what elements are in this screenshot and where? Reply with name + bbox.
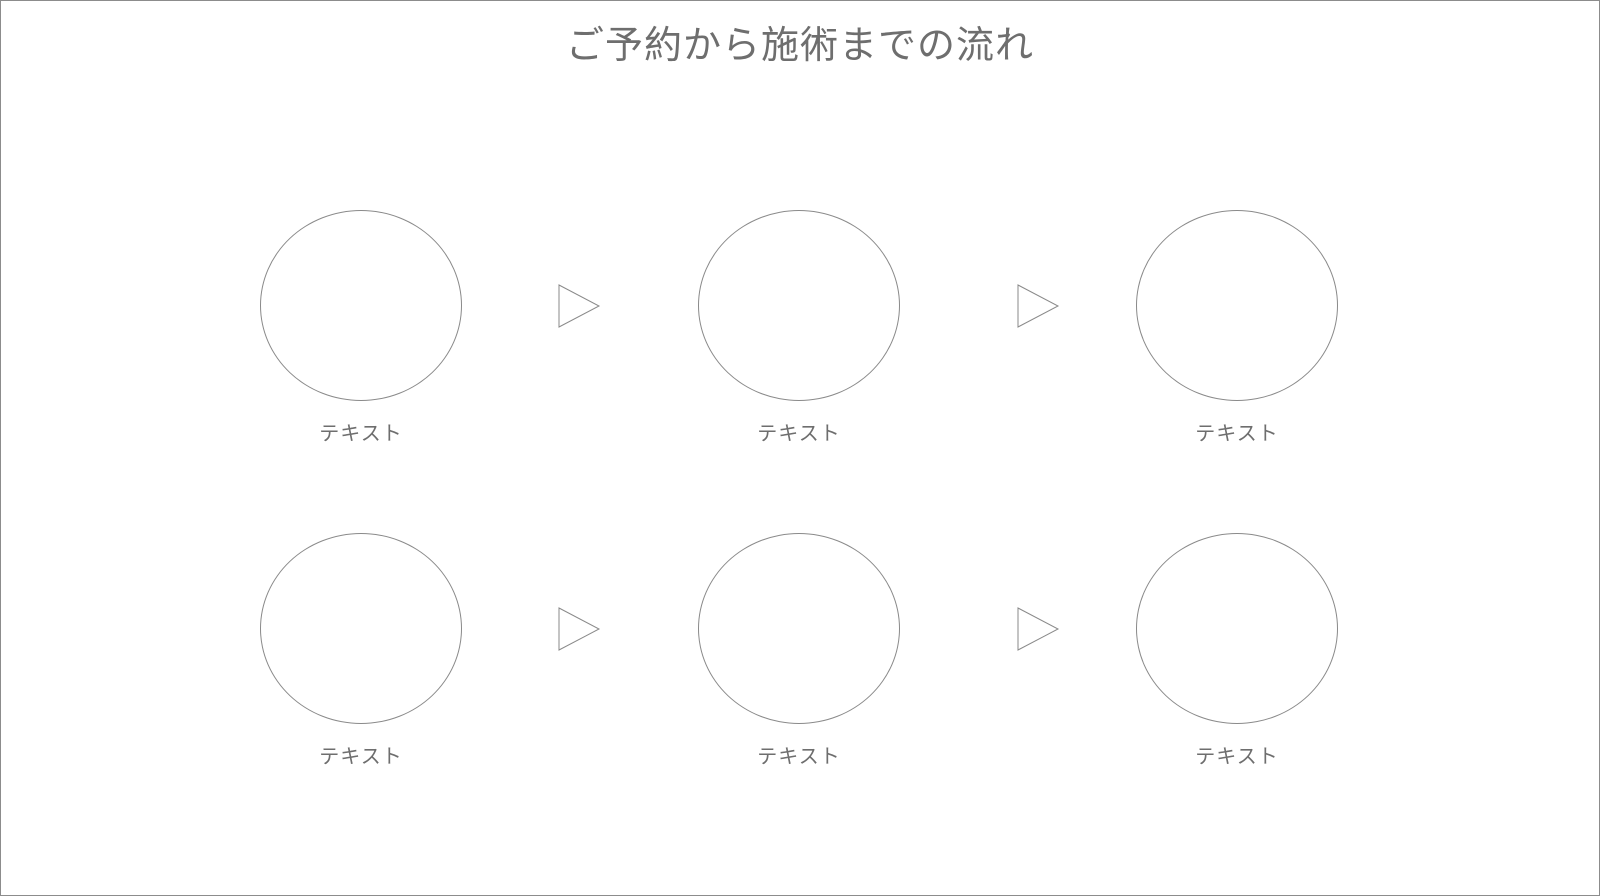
step-3-label: テキスト [1195, 421, 1279, 445]
step-4-label: テキスト [319, 744, 403, 768]
step-5-label: テキスト [757, 744, 841, 768]
step-6-circle [1136, 533, 1338, 724]
step-3-circle [1136, 210, 1338, 401]
arrow-right-icon [1017, 607, 1061, 651]
step-1-label: テキスト [319, 421, 403, 445]
step-2-circle [698, 210, 900, 401]
arrow-right-icon [558, 607, 602, 651]
arrow-right-icon [1017, 284, 1061, 328]
arrow-right-icon [558, 284, 602, 328]
page-title: ご予約から施術までの流れ [565, 23, 1034, 67]
step-2-label: テキスト [757, 421, 841, 445]
step-1-circle [260, 210, 462, 401]
step-4-circle [260, 533, 462, 724]
step-5-circle [698, 533, 900, 724]
step-6-label: テキスト [1195, 744, 1279, 768]
